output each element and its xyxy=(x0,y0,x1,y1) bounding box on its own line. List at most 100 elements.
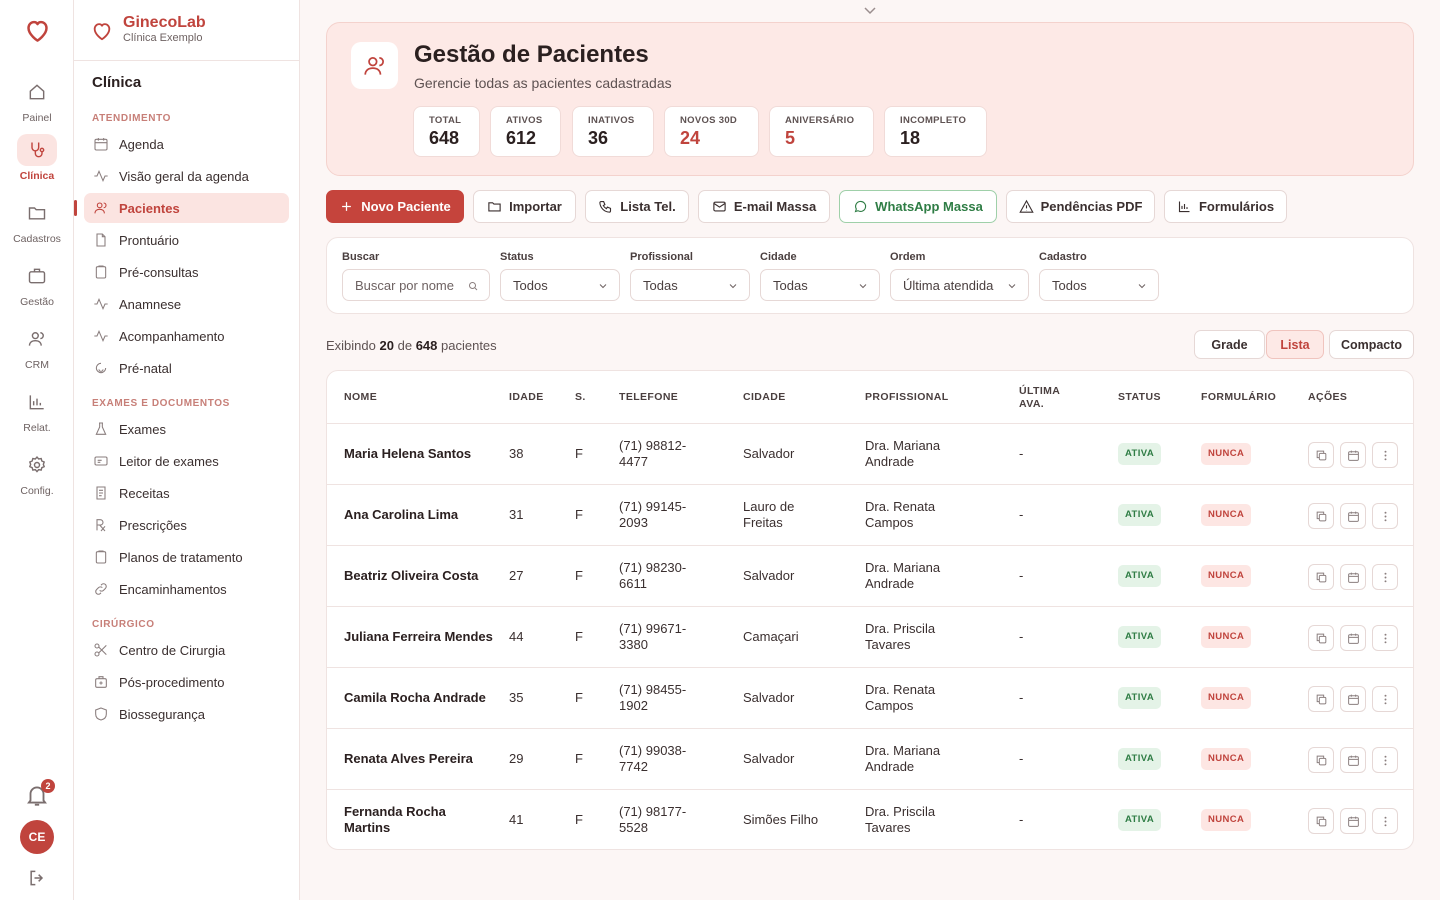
more-vertical-icon[interactable] xyxy=(1372,686,1398,712)
calendar-icon[interactable] xyxy=(1340,747,1366,773)
column-header-cidade[interactable]: CIDADE xyxy=(743,371,786,424)
copy-icon[interactable] xyxy=(1308,442,1334,468)
copy-icon[interactable] xyxy=(1308,625,1334,651)
calendar-icon[interactable] xyxy=(1340,564,1366,590)
cell-name[interactable]: Beatriz Oliveira Costa xyxy=(344,546,494,606)
column-header-idade[interactable]: IDADE xyxy=(509,371,544,424)
users-icon xyxy=(351,42,398,89)
sidebar-item-pre-consultas[interactable]: Pré-consultas xyxy=(84,257,289,287)
rail-item-cadastros[interactable]: Cadastros xyxy=(0,197,74,245)
column-header-profissional[interactable]: PROFISSIONAL xyxy=(865,371,949,424)
sidebar-item-receitas[interactable]: Receitas xyxy=(84,478,289,508)
sidebar-item-prescricoes[interactable]: Prescrições xyxy=(84,510,289,540)
logout-icon[interactable] xyxy=(27,868,47,888)
column-header-nome[interactable]: NOME xyxy=(344,371,377,424)
sidebar-item-agenda[interactable]: Agenda xyxy=(84,129,289,159)
city-select[interactable]: Todas xyxy=(760,269,880,301)
search-input-box[interactable] xyxy=(342,269,490,301)
phone-list-button[interactable]: Lista Tel. xyxy=(585,190,689,223)
bulk-whatsapp-button[interactable]: WhatsApp Massa xyxy=(839,190,997,223)
sidebar-item-planos-tratamento[interactable]: Planos de tratamento xyxy=(84,542,289,572)
calendar-icon[interactable] xyxy=(1340,442,1366,468)
table-row[interactable]: Ana Carolina Lima 31 F (71) 99145-2093 Lauro… xyxy=(327,485,1413,546)
calendar-icon[interactable] xyxy=(1340,625,1366,651)
sidebar-item-visao-geral-agenda[interactable]: Visão geral da agenda xyxy=(84,161,289,191)
copy-icon[interactable] xyxy=(1308,747,1334,773)
column-header-sexo[interactable]: S. xyxy=(575,371,586,424)
table-row[interactable]: Beatriz Oliveira Costa 27 F (71) 98230-6611… xyxy=(327,546,1413,607)
chevron-down-icon[interactable] xyxy=(862,4,878,18)
copy-icon[interactable] xyxy=(1308,808,1334,834)
more-vertical-icon[interactable] xyxy=(1372,808,1398,834)
avatar[interactable]: CE xyxy=(20,820,54,854)
rail-item-painel[interactable]: Painel xyxy=(0,76,74,124)
more-vertical-icon[interactable] xyxy=(1372,442,1398,468)
forms-button[interactable]: Formulários xyxy=(1164,190,1287,223)
pending-pdf-button[interactable]: Pendências PDF xyxy=(1006,190,1155,223)
table-row[interactable]: Fernanda Rocha Martins 41 F (71) 98177-5528… xyxy=(327,790,1413,849)
more-vertical-icon[interactable] xyxy=(1372,564,1398,590)
new-patient-button[interactable]: Novo Paciente xyxy=(326,190,464,223)
sidebar-item-pos-procedimento[interactable]: Pós-procedimento xyxy=(84,667,289,697)
copy-icon[interactable] xyxy=(1308,686,1334,712)
scanner-icon xyxy=(94,456,108,466)
chevron-down-icon xyxy=(1138,284,1146,289)
sidebar-item-pre-natal[interactable]: Pré-natal xyxy=(84,353,289,383)
sidebar-item-pacientes[interactable]: Pacientes xyxy=(74,193,289,223)
more-vertical-icon[interactable] xyxy=(1372,503,1398,529)
table-row[interactable]: Maria Helena Santos 38 F (71) 98812-4477 Sal… xyxy=(327,424,1413,485)
import-button[interactable]: Importar xyxy=(473,190,576,223)
more-vertical-icon[interactable] xyxy=(1372,625,1398,651)
search-input[interactable] xyxy=(355,277,470,293)
calendar-icon[interactable] xyxy=(1340,686,1366,712)
sidebar-item-exames[interactable]: Exames xyxy=(84,414,289,444)
copy-icon[interactable] xyxy=(1308,564,1334,590)
rail-item-gestao[interactable]: Gestão xyxy=(0,260,74,308)
column-header-ultima-ava[interactable]: ÚLTIMA AVA. xyxy=(1019,371,1079,424)
sidebar: GinecoLab Clínica Exemplo Clínica ATENDI… xyxy=(74,0,300,900)
sidebar-title: Clínica xyxy=(92,74,142,91)
cell-name[interactable]: Ana Carolina Lima xyxy=(344,485,494,545)
sidebar-item-centro-cirurgia[interactable]: Centro de Cirurgia xyxy=(84,635,289,665)
bulk-email-button[interactable]: E-mail Massa xyxy=(698,190,830,223)
heart-logo-icon[interactable] xyxy=(24,17,51,44)
button-label: E-mail Massa xyxy=(733,199,817,214)
sidebar-item-leitor-exames[interactable]: Leitor de exames xyxy=(84,446,289,476)
column-header-formulario[interactable]: FORMULÁRIO xyxy=(1201,371,1276,424)
button-label: Formulários xyxy=(1198,199,1275,214)
cell-phone: (71) 98812-4477 xyxy=(619,438,687,469)
stat-card-ativos: ATIVOS 612 xyxy=(490,106,561,157)
rail-item-crm[interactable]: CRM xyxy=(0,323,74,371)
status-select[interactable]: Todos xyxy=(500,269,620,301)
sidebar-item-encaminhamentos[interactable]: Encaminhamentos xyxy=(84,574,289,604)
cell-name[interactable]: Renata Alves Pereira xyxy=(344,729,494,789)
professional-select[interactable]: Todas xyxy=(630,269,750,301)
table-row[interactable]: Camila Rocha Andrade 35 F (71) 98455-1902 Sa… xyxy=(327,668,1413,729)
copy-icon[interactable] xyxy=(1308,503,1334,529)
more-vertical-icon[interactable] xyxy=(1372,747,1398,773)
view-list-button[interactable]: Lista xyxy=(1266,330,1324,359)
sidebar-item-biosseguranca[interactable]: Biossegurança xyxy=(84,699,289,729)
sidebar-item-prontuario[interactable]: Prontuário xyxy=(84,225,289,255)
column-header-telefone[interactable]: TELEFONE xyxy=(619,371,678,424)
calendar-icon[interactable] xyxy=(1340,808,1366,834)
sidebar-item-acompanhamento[interactable]: Acompanhamento xyxy=(84,321,289,351)
table-row[interactable]: Renata Alves Pereira 29 F (71) 99038-7742 Sa… xyxy=(327,729,1413,790)
cell-name[interactable]: Maria Helena Santos xyxy=(344,424,494,484)
view-compact-button[interactable]: Compacto xyxy=(1329,330,1414,359)
calendar-icon[interactable] xyxy=(1340,503,1366,529)
rail-item-relat[interactable]: Relat. xyxy=(0,386,74,434)
rail-item-config[interactable]: Config. xyxy=(0,449,74,497)
sidebar-item-anamnese[interactable]: Anamnese xyxy=(84,289,289,319)
table-row[interactable]: Juliana Ferreira Mendes 44 F (71) 99671-338… xyxy=(327,607,1413,668)
column-header-status[interactable]: STATUS xyxy=(1118,371,1161,424)
registration-select[interactable]: Todos xyxy=(1039,269,1159,301)
order-select[interactable]: Última atendida xyxy=(890,269,1029,301)
cell-name[interactable]: Camila Rocha Andrade xyxy=(344,668,494,728)
view-grid-button[interactable]: Grade xyxy=(1194,330,1265,359)
users-icon xyxy=(28,332,44,346)
folder-icon xyxy=(28,207,46,220)
cell-name[interactable]: Fernanda Rocha Martins xyxy=(344,790,494,849)
cell-name[interactable]: Juliana Ferreira Mendes xyxy=(344,607,494,667)
rail-item-clinica[interactable]: Clínica xyxy=(0,134,74,182)
